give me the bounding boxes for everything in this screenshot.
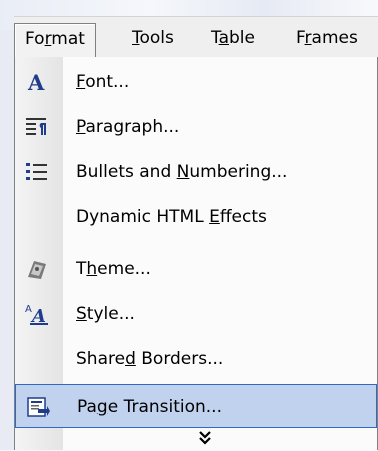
menu-table[interactable]: Table	[201, 23, 265, 53]
format-dropdown-menu: A Font... Paragraph... Bullets and Numbe…	[14, 57, 378, 450]
document-edge	[0, 30, 15, 450]
menu-item-page-transition[interactable]: Page Transition...	[15, 384, 377, 428]
menu-item-bullets-label: Bullets and Numbering...	[76, 162, 288, 182]
menu-item-shared-borders[interactable]: Shared Borders...	[15, 337, 377, 381]
menu-item-font-label: Font...	[76, 72, 130, 92]
menu-item-dynamic-html-effects[interactable]: Dynamic HTML Effects	[15, 195, 377, 239]
menu-item-font[interactable]: A Font...	[15, 60, 377, 104]
menu-table-label: Table	[211, 28, 255, 48]
menu-format[interactable]: Format	[14, 23, 96, 60]
double-chevron-down-icon[interactable]	[195, 430, 215, 446]
menu-item-dhtml-label: Dynamic HTML Effects	[76, 207, 267, 227]
menu-item-bullets-numbering[interactable]: Bullets and Numbering...	[15, 150, 377, 194]
theme-icon	[23, 255, 51, 283]
font-icon: A	[23, 68, 51, 96]
menu-bar: Format Tools Table Frames	[14, 16, 378, 60]
menu-item-theme-label: Theme...	[76, 259, 151, 279]
menu-frames[interactable]: Frames	[286, 23, 368, 53]
paragraph-icon	[23, 113, 51, 141]
menu-item-paragraph-label: Paragraph...	[76, 117, 180, 137]
menu-item-style-label: Style...	[76, 304, 135, 324]
menu-tools-label: Tools	[132, 28, 174, 48]
svg-text:A: A	[27, 70, 45, 94]
style-icon: A A	[23, 300, 51, 328]
menu-tools[interactable]: Tools	[122, 23, 184, 53]
menu-item-page-transition-label: Page Transition...	[77, 397, 222, 417]
menu-item-theme[interactable]: Theme...	[15, 247, 377, 291]
bullets-icon	[23, 158, 51, 186]
menu-frames-label: Frames	[296, 28, 358, 48]
menu-item-style[interactable]: A A Style...	[15, 292, 377, 336]
page-transition-icon	[24, 393, 52, 421]
menu-item-paragraph[interactable]: Paragraph...	[15, 105, 377, 149]
svg-text:A: A	[25, 304, 32, 315]
menu-format-label: Format	[25, 29, 85, 49]
menu-item-shared-borders-label: Shared Borders...	[76, 349, 224, 369]
